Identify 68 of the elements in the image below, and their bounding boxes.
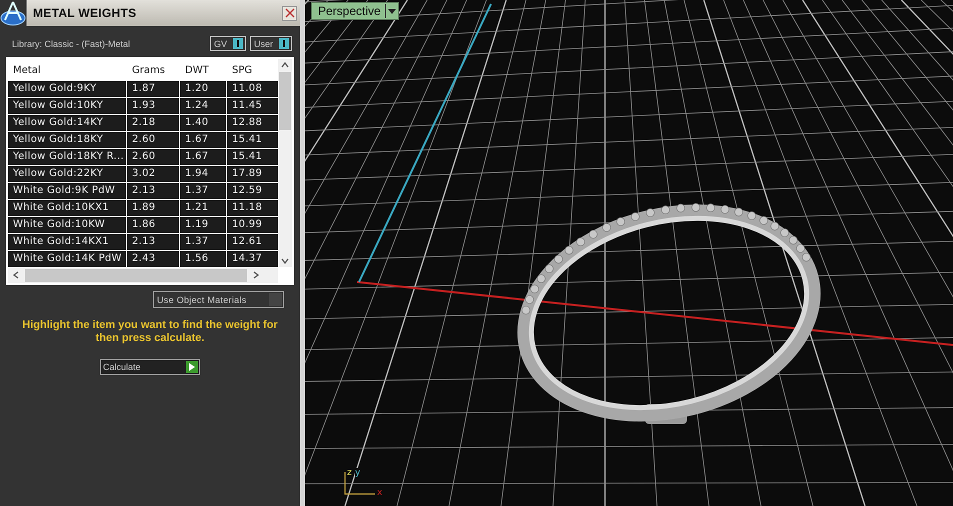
table-cell: 17.89 <box>227 166 278 182</box>
table-cell: 15.41 <box>227 132 278 148</box>
table-cell: 1.87 <box>127 81 179 97</box>
table-cell: 1.86 <box>127 217 179 233</box>
panel-title: METAL WEIGHTS <box>33 6 136 20</box>
table-cell: 1.67 <box>180 149 226 165</box>
scroll-thumb[interactable] <box>25 268 247 282</box>
axis-label: x <box>377 488 382 498</box>
table-cell: 1.94 <box>180 166 226 182</box>
table-cell: 1.19 <box>180 217 226 233</box>
library-label: Library: Classic - (Fast)-Metal <box>12 38 130 48</box>
table-cell: 2.18 <box>127 115 179 131</box>
scroll-left-icon <box>13 271 19 279</box>
table-cell: 2.43 <box>127 251 179 267</box>
table-cell: 12.61 <box>227 234 278 250</box>
table-cell: 12.88 <box>227 115 278 131</box>
table-cell: 1.40 <box>180 115 226 131</box>
table-cell: 12.59 <box>227 183 278 199</box>
table-cell: White Gold:10KW <box>8 217 126 233</box>
table-cell: White Gold:14KX1 <box>8 234 126 250</box>
scroll-thumb[interactable] <box>279 72 291 130</box>
axis-label: y <box>355 468 360 478</box>
scroll-up-icon <box>281 62 289 68</box>
view-menu-button[interactable]: Perspective <box>311 2 399 20</box>
table-cell: 1.37 <box>180 183 226 199</box>
table-cell: 1.37 <box>180 234 226 250</box>
table-cell: 2.13 <box>127 183 179 199</box>
vertical-scrollbar[interactable] <box>278 59 292 267</box>
table-cell: 1.24 <box>180 98 226 114</box>
table-cell: Yellow Gold:18KY <box>8 132 126 148</box>
table-cell: 1.20 <box>180 81 226 97</box>
table-cell: 2.60 <box>127 149 179 165</box>
caret-icon <box>388 8 396 14</box>
toggle-button[interactable]: GV <box>210 36 246 51</box>
table-cell: 2.13 <box>127 234 179 250</box>
close-icon <box>284 8 294 18</box>
instruction-text: Highlight the item you want to find the weight for then press calculate. <box>21 318 279 345</box>
table-cell: Yellow Gold:22KY <box>8 166 126 182</box>
table-cell: Yellow Gold:10KY <box>8 98 126 114</box>
table-cell: 15.41 <box>227 149 278 165</box>
scroll-down-icon <box>281 258 289 264</box>
table-cell: 11.08 <box>227 81 278 97</box>
table-cell: Yellow Gold:14KY <box>8 115 126 131</box>
table-cell: Yellow Gold:9KY <box>8 81 126 97</box>
axis-label: z <box>347 468 352 478</box>
table-cell: 1.56 <box>180 251 226 267</box>
app-logo-icon <box>0 0 26 26</box>
horizontal-scrollbar[interactable] <box>8 267 278 283</box>
table-cell: Yellow Gold:18KY R... <box>8 149 126 165</box>
calculate-button[interactable]: Calculate <box>100 359 200 375</box>
table-cell: White Gold:14K PdW <box>8 251 126 267</box>
table-cell: 1.89 <box>127 200 179 216</box>
table-cell: 3.02 <box>127 166 179 182</box>
table-cell: White Gold:9K PdW <box>8 183 126 199</box>
table-cell: 2.60 <box>127 132 179 148</box>
use-object-materials-toggle[interactable]: Use Object Materials <box>153 291 284 308</box>
table-cell: 14.37 <box>227 251 278 267</box>
table-cell: 11.45 <box>227 98 278 114</box>
table-cell: 10.99 <box>227 217 278 233</box>
toggle-button[interactable]: User <box>250 36 292 51</box>
table-cell: 1.93 <box>127 98 179 114</box>
table-cell: 1.67 <box>180 132 226 148</box>
table-cell: White Gold:10KX1 <box>8 200 126 216</box>
close-button[interactable] <box>282 6 297 20</box>
scroll-right-icon <box>253 271 259 279</box>
table-cell: 11.18 <box>227 200 278 216</box>
play-icon <box>189 363 195 371</box>
table-cell: 1.21 <box>180 200 226 216</box>
